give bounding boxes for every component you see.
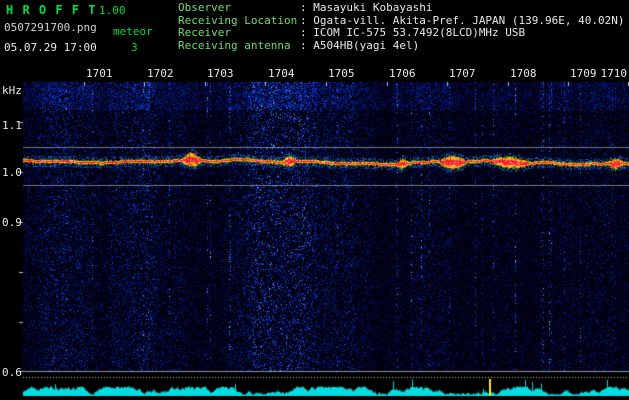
header-row-label: Receiver (178, 26, 231, 39)
spectrogram-canvas (0, 0, 629, 400)
freq-unit-label: kHz (2, 84, 22, 97)
event-count: 3 (131, 41, 138, 54)
app-title: H R O F F T (6, 3, 97, 17)
time-tick-label: 1707 (449, 67, 476, 80)
header-row-label: Receiving antenna (178, 38, 291, 52)
datetime-label: 05.07.29 17:00 (4, 41, 97, 54)
time-tick-label: 1705 (328, 67, 355, 80)
time-tick-label: 1708 (510, 67, 537, 80)
time-tick-label: 1701 (86, 67, 113, 80)
time-tick-label: 1703 (207, 67, 234, 80)
time-tick-label: 1702 (147, 67, 174, 80)
freq-tick-label: 0.9 (2, 216, 22, 229)
time-tick-label: 1710 (600, 67, 628, 80)
freq-tick-label: 1.0 (2, 166, 22, 179)
app-version: 1.00 (99, 4, 126, 17)
observer-header: Observer: Masayuki Kobayashi Receiving L… (178, 1, 625, 53)
header-row-value: : A504HB(yagi 4el) (300, 38, 420, 52)
time-tick-label: 1709 (570, 67, 597, 80)
freq-tick-label: 0.6 (2, 366, 22, 379)
mode-label: meteor (113, 25, 153, 38)
header-row-label: Observer (178, 1, 231, 14)
time-tick-label: 1704 (268, 67, 295, 80)
header-row: Receiving antenna : A504HB(yagi 4el) (178, 38, 625, 53)
output-filename: 0507291700.png (4, 21, 97, 34)
freq-tick-label: 1.1 (2, 119, 22, 132)
time-tick-label: 1706 (389, 67, 416, 80)
hrofft-window: H R O F F T 1.00 0507291700.png meteor 0… (0, 0, 629, 400)
